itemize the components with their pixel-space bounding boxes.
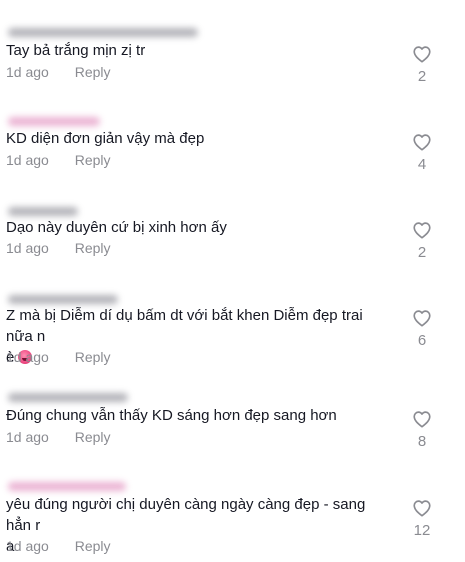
- reply-button[interactable]: Reply: [75, 240, 111, 256]
- like-button[interactable]: 4: [408, 133, 436, 174]
- comment-meta: 1d ago Reply: [6, 348, 111, 366]
- comment-list: Tay bả trắng mịn zị tr 1d ago Reply 2 KD…: [0, 0, 465, 562]
- comment-time: 1d ago: [6, 349, 49, 365]
- comment-time: 1d ago: [6, 538, 49, 554]
- like-button[interactable]: 2: [408, 221, 436, 262]
- username-blurred[interactable]: [8, 295, 118, 304]
- heart-outline-icon[interactable]: [412, 221, 432, 239]
- comment-time: 1d ago: [6, 64, 49, 80]
- comment-meta: 1d ago Reply: [6, 151, 111, 169]
- comment-meta: 1d ago Reply: [6, 63, 111, 81]
- heart-outline-icon[interactable]: [412, 309, 432, 327]
- heart-outline-icon[interactable]: [412, 499, 432, 517]
- like-button[interactable]: 2: [408, 45, 436, 86]
- reply-button[interactable]: Reply: [75, 152, 111, 168]
- comment-text: KD diện đơn giản vậy mà đẹp: [6, 130, 205, 147]
- comment-meta: 1d ago Reply: [6, 428, 111, 446]
- reply-button[interactable]: Reply: [75, 538, 111, 554]
- like-count: 2: [417, 68, 427, 85]
- username-blurred[interactable]: [8, 207, 78, 216]
- username-blurred[interactable]: [8, 482, 126, 491]
- comment-time: 1d ago: [6, 240, 49, 256]
- comment-time: 1d ago: [6, 429, 49, 445]
- heart-outline-icon[interactable]: [412, 133, 432, 151]
- comment-text: Tay bả trắng mịn zị tr: [6, 42, 146, 59]
- like-count: 6: [417, 332, 427, 349]
- reply-button[interactable]: Reply: [75, 429, 111, 445]
- like-button[interactable]: 8: [408, 410, 436, 451]
- comment-meta: 1d ago Reply: [6, 537, 111, 555]
- like-count: 12: [413, 522, 431, 539]
- comment-meta: 1d ago Reply: [6, 239, 111, 257]
- heart-outline-icon[interactable]: [412, 45, 432, 63]
- comment-text: Dạo này duyên cứ bị xinh hơn ấy: [6, 219, 227, 236]
- username-blurred[interactable]: [8, 117, 100, 126]
- like-button[interactable]: 6: [408, 309, 436, 350]
- comment-time: 1d ago: [6, 152, 49, 168]
- heart-outline-icon[interactable]: [412, 410, 432, 428]
- like-count: 2: [417, 244, 427, 261]
- reply-button[interactable]: Reply: [75, 349, 111, 365]
- like-count: 4: [417, 156, 427, 173]
- reply-button[interactable]: Reply: [75, 64, 111, 80]
- username-blurred[interactable]: [8, 28, 198, 37]
- username-blurred[interactable]: [8, 393, 128, 402]
- like-button[interactable]: 12: [408, 499, 436, 540]
- comment-text: Đúng chung vẫn thấy KD sáng hơn đẹp sang…: [6, 407, 337, 424]
- like-count: 8: [417, 433, 427, 450]
